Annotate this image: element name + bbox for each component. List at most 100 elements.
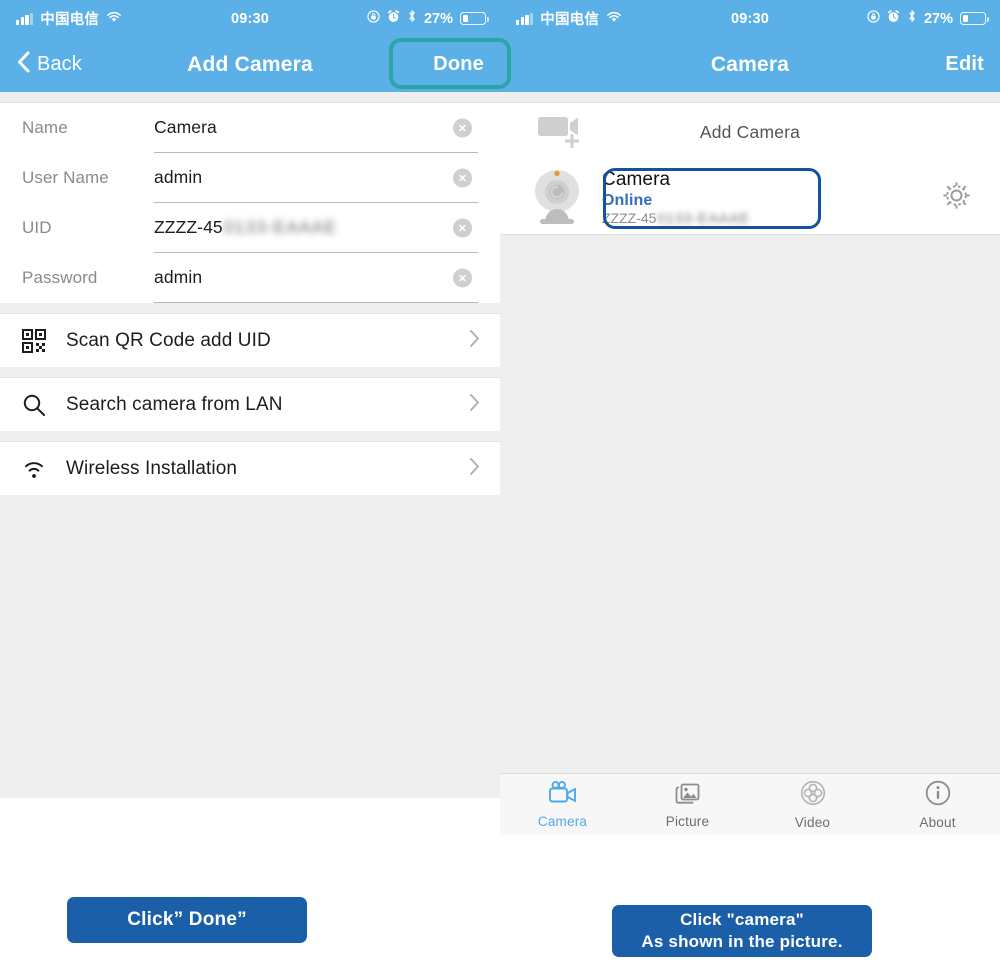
status-bar-right: 27% — [367, 9, 489, 28]
field-row-uid: UID ZZZZ-45 0133-EAAAE — [22, 203, 500, 253]
gear-icon[interactable] — [941, 180, 972, 216]
tab-camera[interactable]: Camera — [500, 774, 625, 835]
clear-circle-icon-username[interactable] — [453, 168, 472, 187]
field-value-uid-redacted: 0133-EAAAE — [223, 217, 337, 237]
signal-bars-icon — [16, 12, 34, 25]
caption-click-camera: Click "camera" As shown in the picture. — [612, 905, 872, 957]
film-reel-icon — [800, 780, 826, 811]
photos-icon — [674, 781, 702, 810]
edit-button[interactable]: Edit — [945, 53, 984, 76]
menu-label-search-lan: Search camera from LAN — [66, 393, 283, 415]
wifi-icon — [106, 10, 122, 28]
alarm-clock-icon-2 — [887, 9, 900, 28]
tab-label-about: About — [919, 814, 956, 830]
battery-icon-2 — [960, 12, 989, 25]
back-button-label: Back — [37, 53, 82, 75]
tutorial-screenshot: 中国电信 09:30 27% Back Add Camera Done Name… — [0, 0, 1000, 975]
carrier-label: 中国电信 — [40, 12, 100, 28]
tab-video[interactable]: Video — [750, 774, 875, 835]
chevron-left-icon — [16, 50, 31, 79]
status-bar-left: 中国电信 — [16, 8, 122, 29]
tab-picture[interactable]: Picture — [625, 774, 750, 835]
camera-uid-prefix: ZZZZ-45 — [602, 210, 657, 227]
tab-about[interactable]: About — [875, 774, 1000, 835]
right-empty-area — [500, 235, 1000, 773]
camera-uid-redacted: 0133-EAAAE — [657, 210, 750, 227]
field-input-uid[interactable]: ZZZZ-45 0133-EAAAE — [154, 203, 478, 253]
field-label-name: Name — [22, 118, 68, 137]
camera-uid-label: ZZZZ-450133-EAAAE — [602, 210, 750, 227]
rotation-lock-icon — [367, 9, 380, 28]
status-badge-online: Online — [602, 191, 653, 209]
rotation-lock-icon-2 — [867, 9, 880, 28]
done-button-highlight — [389, 38, 511, 89]
chevron-right-icon-search-lan — [469, 393, 480, 417]
field-value-password: admin — [154, 267, 203, 287]
section-gap-right — [500, 92, 1000, 103]
left-empty-area — [0, 495, 500, 798]
caption-right-line1: Click "camera" — [680, 909, 804, 929]
chevron-right-icon-scan-qr — [469, 329, 480, 353]
caption-click-done: Click” Done” — [67, 897, 307, 943]
status-bar-right-phone: 中国电信 09:30 27% — [500, 0, 1000, 37]
caption-left-text: Click” Done” — [127, 909, 247, 930]
field-label-username: User Name — [22, 168, 109, 187]
field-row-password: Password admin — [22, 253, 500, 303]
clear-circle-icon-name[interactable] — [453, 118, 472, 137]
carrier-label-2: 中国电信 — [540, 12, 600, 28]
tab-label-video: Video — [794, 814, 831, 830]
right-phone-screen: 中国电信 09:30 27% Camera Edit Add Camera Ca… — [500, 0, 1000, 870]
search-icon — [22, 393, 66, 417]
wifi-icon-menu — [22, 458, 66, 480]
left-phone-screen: 中国电信 09:30 27% Back Add Camera Done Name… — [0, 0, 500, 870]
menu-item-scan-qr[interactable]: Scan QR Code add UID — [0, 314, 500, 367]
add-camera-row[interactable]: Add Camera — [500, 103, 1000, 161]
add-camera-label: Add Camera — [699, 121, 801, 142]
tab-label-picture: Picture — [665, 813, 710, 829]
camera-credentials-form: Name Camera User Name admin UID ZZZZ-45 … — [0, 103, 500, 303]
back-button[interactable]: Back — [16, 50, 82, 79]
battery-icon — [460, 12, 489, 25]
menu-item-wireless-installation[interactable]: Wireless Installation — [0, 442, 500, 495]
qr-code-icon — [22, 328, 66, 353]
field-label-uid: UID — [22, 218, 52, 237]
field-value-username: admin — [154, 167, 203, 187]
menu-label-wireless-installation: Wireless Installation — [66, 457, 238, 479]
info-icon — [925, 780, 951, 811]
field-input-password[interactable]: admin — [154, 253, 478, 303]
menu-label-scan-qr: Scan QR Code add UID — [66, 329, 271, 351]
status-bar-left-2: 中国电信 — [516, 8, 622, 29]
caption-right-line2: As shown in the picture. — [641, 932, 843, 951]
camera-name-label: Camera — [602, 168, 671, 190]
nav-bar-camera-list: Camera Edit — [500, 37, 1000, 92]
menu-item-search-lan[interactable]: Search camera from LAN — [0, 378, 500, 431]
page-title-camera: Camera — [710, 52, 790, 76]
section-gap-3 — [0, 367, 500, 378]
tab-label-camera: Camera — [537, 813, 588, 829]
battery-percent-label: 27% — [423, 10, 453, 27]
field-input-name[interactable]: Camera — [154, 103, 478, 153]
section-gap-4 — [0, 431, 500, 442]
field-value-uid: ZZZZ-45 — [154, 217, 223, 237]
section-gap — [0, 92, 500, 103]
signal-bars-icon-2 — [516, 12, 534, 25]
bluetooth-icon-2 — [907, 9, 917, 28]
field-row-name: Name Camera — [22, 103, 500, 153]
clear-circle-icon-password[interactable] — [453, 268, 472, 287]
alarm-clock-icon — [387, 9, 400, 28]
field-value-name: Camera — [154, 117, 217, 137]
wifi-icon-2 — [606, 10, 622, 28]
bottom-tab-bar: Camera Picture Video About — [500, 773, 1000, 835]
bluetooth-icon — [407, 9, 417, 28]
battery-percent-label-2: 27% — [923, 10, 953, 27]
field-label-password: Password — [22, 268, 98, 287]
status-bar: 中国电信 09:30 27% — [0, 0, 500, 37]
field-row-username: User Name admin — [22, 153, 500, 203]
camera-list-item[interactable]: Camera Online ZZZZ-450133-EAAAE — [500, 161, 1000, 235]
webcam-icon — [528, 165, 590, 230]
section-gap-2 — [0, 303, 500, 314]
camera-item-text: Camera Online ZZZZ-450133-EAAAE — [602, 168, 750, 228]
camcorder-icon — [548, 780, 578, 810]
clear-circle-icon-uid[interactable] — [453, 218, 472, 237]
field-input-username[interactable]: admin — [154, 153, 478, 203]
